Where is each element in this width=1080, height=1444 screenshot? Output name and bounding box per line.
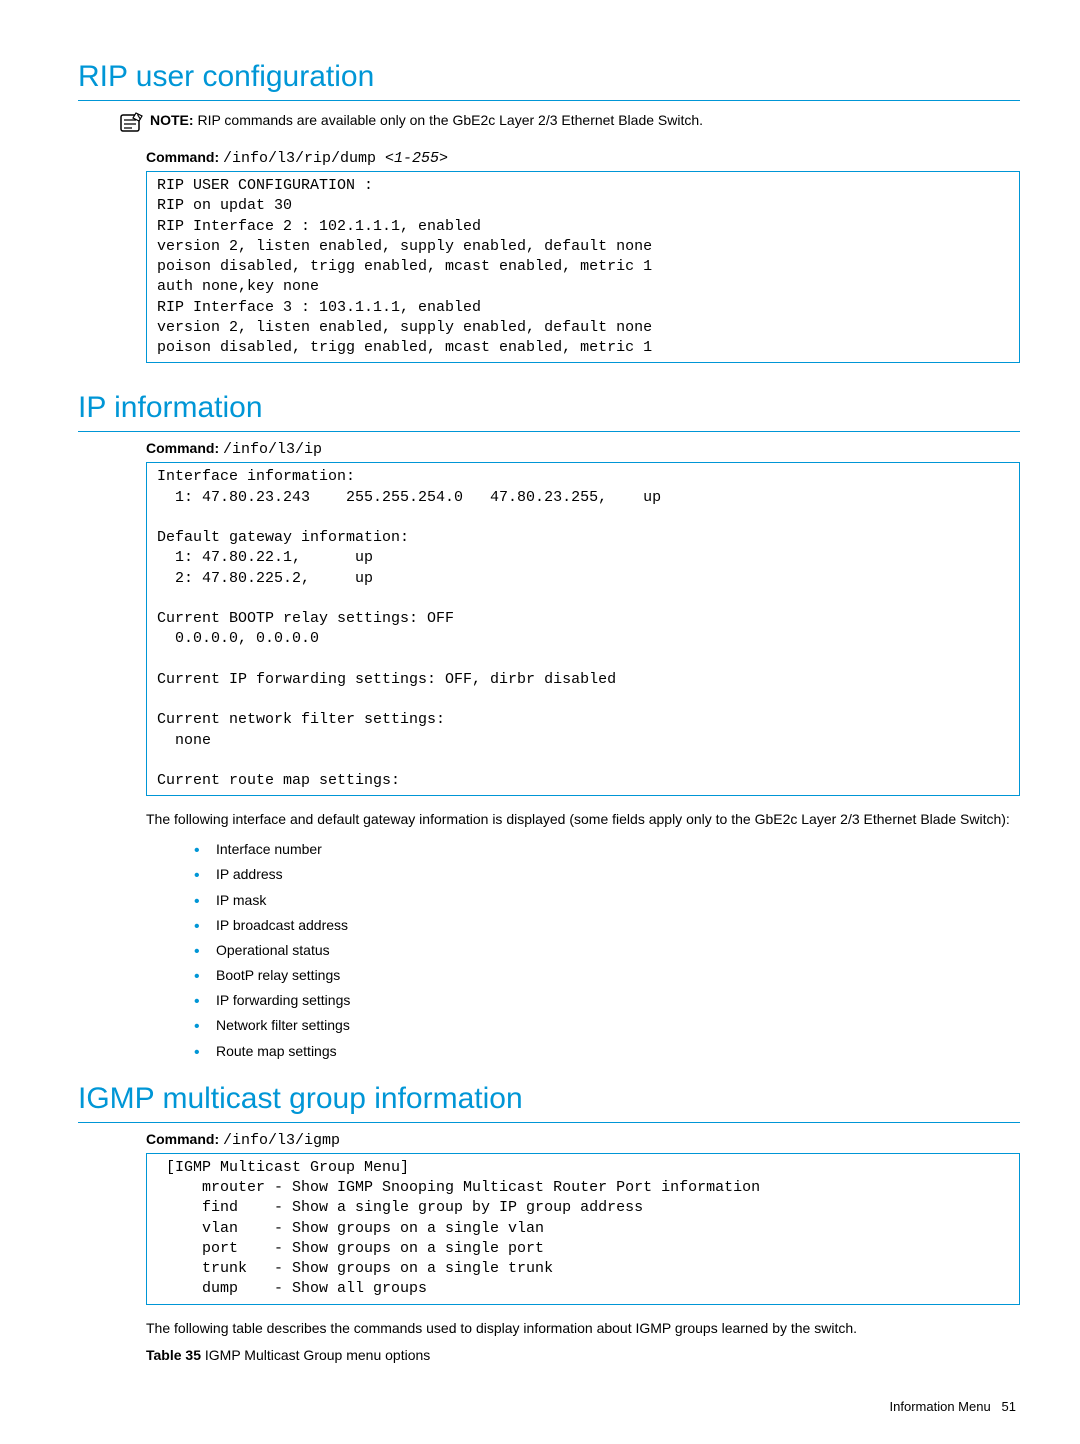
ip-bullet-list: Interface number IP address IP mask IP b… (146, 837, 1020, 1064)
command-label: Command: (146, 149, 219, 165)
list-item: IP forwarding settings (216, 988, 1020, 1013)
list-item: Interface number (216, 837, 1020, 862)
list-item: IP address (216, 862, 1020, 887)
table-number: Table 35 (146, 1347, 201, 1363)
heading-ip: IP information (78, 391, 1020, 432)
footer-page-number: 51 (1002, 1399, 1016, 1414)
ip-body-text: The following interface and default gate… (146, 810, 1020, 829)
igmp-command-line: Command: /info/l3/igmp (146, 1131, 1020, 1149)
list-item: IP broadcast address (216, 913, 1020, 938)
command-text: /info/l3/ip (223, 441, 322, 458)
ip-output: Interface information: 1: 47.80.23.243 2… (146, 462, 1020, 796)
table-title: IGMP Multicast Group menu options (205, 1347, 430, 1363)
list-item: BootP relay settings (216, 963, 1020, 988)
page-footer: Information Menu 51 (78, 1399, 1020, 1414)
rip-block: Command: /info/l3/rip/dump <1-255> RIP U… (146, 149, 1020, 363)
rip-output: RIP USER CONFIGURATION : RIP on updat 30… (146, 171, 1020, 363)
table-caption: Table 35 IGMP Multicast Group menu optio… (146, 1347, 1020, 1363)
note-icon (116, 111, 148, 135)
list-item: IP mask (216, 888, 1020, 913)
page-content: RIP user configuration NOTE: RIP command… (0, 0, 1080, 1444)
igmp-body-text: The following table describes the comman… (146, 1319, 1020, 1338)
note-text: NOTE: RIP commands are available only on… (150, 111, 703, 129)
igmp-output: [IGMP Multicast Group Menu] mrouter - Sh… (146, 1153, 1020, 1305)
command-label: Command: (146, 440, 219, 456)
igmp-block: Command: /info/l3/igmp [IGMP Multicast G… (146, 1131, 1020, 1364)
ip-command-line: Command: /info/l3/ip (146, 440, 1020, 458)
heading-rip: RIP user configuration (78, 60, 1020, 101)
list-item: Operational status (216, 938, 1020, 963)
heading-igmp: IGMP multicast group information (78, 1082, 1020, 1123)
command-text: /info/l3/igmp (223, 1132, 340, 1149)
note-body: RIP commands are available only on the G… (197, 112, 703, 128)
command-label: Command: (146, 1131, 219, 1147)
list-item: Route map settings (216, 1039, 1020, 1064)
command-text: /info/l3/rip/dump (223, 150, 385, 167)
list-item: Network filter settings (216, 1013, 1020, 1038)
ip-block: Command: /info/l3/ip Interface informati… (146, 440, 1020, 1064)
rip-command-line: Command: /info/l3/rip/dump <1-255> (146, 149, 1020, 167)
footer-section: Information Menu (890, 1399, 991, 1414)
command-arg: <1-255> (385, 150, 448, 167)
note-label: NOTE: (150, 112, 194, 128)
note-row: NOTE: RIP commands are available only on… (116, 111, 1020, 135)
